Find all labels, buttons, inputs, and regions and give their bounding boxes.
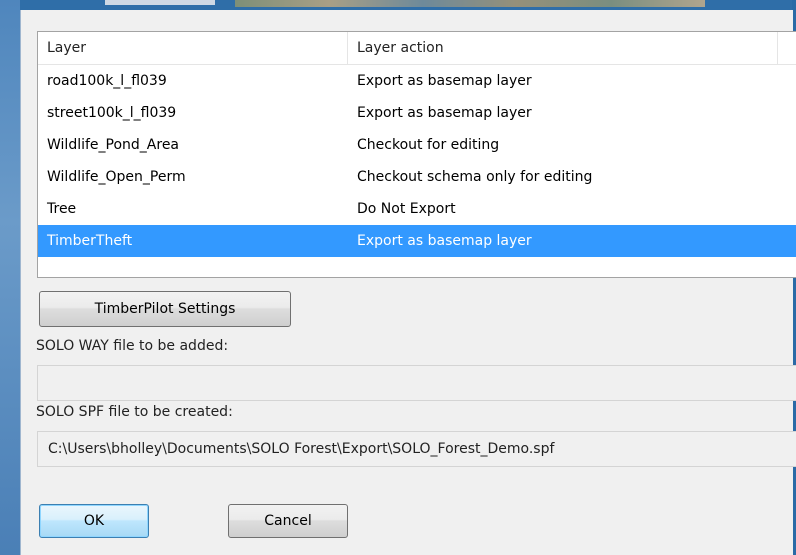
layer-list[interactable]: Layer Layer action road100k_l_fl039 Expor… [37, 31, 796, 278]
desktop-background [0, 0, 20, 555]
way-file-field[interactable] [37, 365, 796, 401]
spf-file-field[interactable]: C:\Users\bholley\Documents\SOLO Forest\E… [37, 431, 796, 467]
layer-action-cell[interactable]: Checkout schema only for editing [348, 169, 778, 185]
way-file-label: SOLO WAY file to be added: [36, 338, 229, 354]
layer-action-cell[interactable]: Do Not Export [348, 201, 778, 217]
layer-name-cell: Tree [47, 201, 77, 217]
cancel-button[interactable]: Cancel [228, 504, 348, 538]
layer-row[interactable]: street100k_l_fl039 Export as basemap laye… [38, 97, 796, 129]
layer-name-cell: Wildlife_Open_Perm [47, 169, 186, 185]
layer-action-cell[interactable]: Export as basemap layer [348, 233, 778, 249]
layer-list-header: Layer Layer action [38, 32, 796, 65]
map-preview-strip [235, 0, 705, 7]
column-header-filler [778, 32, 796, 64]
layer-row[interactable]: TimberTheft Export as basemap layer [38, 225, 796, 257]
layer-name-cell: Wildlife_Pond_Area [47, 137, 180, 153]
layer-action-cell[interactable]: Export as basemap layer [348, 73, 778, 89]
ok-button[interactable]: OK [39, 504, 149, 538]
column-header-layer[interactable]: Layer [38, 32, 348, 64]
timberpilot-settings-button[interactable]: TimberPilot Settings [39, 291, 291, 327]
layer-row[interactable]: Tree Do Not Export [38, 193, 796, 225]
layer-name-cell: TimberTheft [47, 233, 133, 249]
frame-edge-detail [105, 0, 215, 5]
layer-row[interactable]: Wildlife_Pond_Area Checkout for editing [38, 129, 796, 161]
layer-row[interactable]: Wildlife_Open_Perm Checkout schema only f… [38, 161, 796, 193]
layer-name-cell: road100k_l_fl039 [47, 73, 167, 89]
layer-action-cell[interactable]: Export as basemap layer [348, 105, 778, 121]
export-dialog: Layer Layer action road100k_l_fl039 Expor… [20, 10, 796, 555]
layer-name-cell: street100k_l_fl039 [47, 105, 177, 121]
column-header-layer-action[interactable]: Layer action [348, 32, 778, 64]
layer-action-cell[interactable]: Checkout for editing [348, 137, 778, 153]
layer-row[interactable]: road100k_l_fl039 Export as basemap layer [38, 65, 796, 97]
spf-file-label: SOLO SPF file to be created: [36, 404, 233, 420]
